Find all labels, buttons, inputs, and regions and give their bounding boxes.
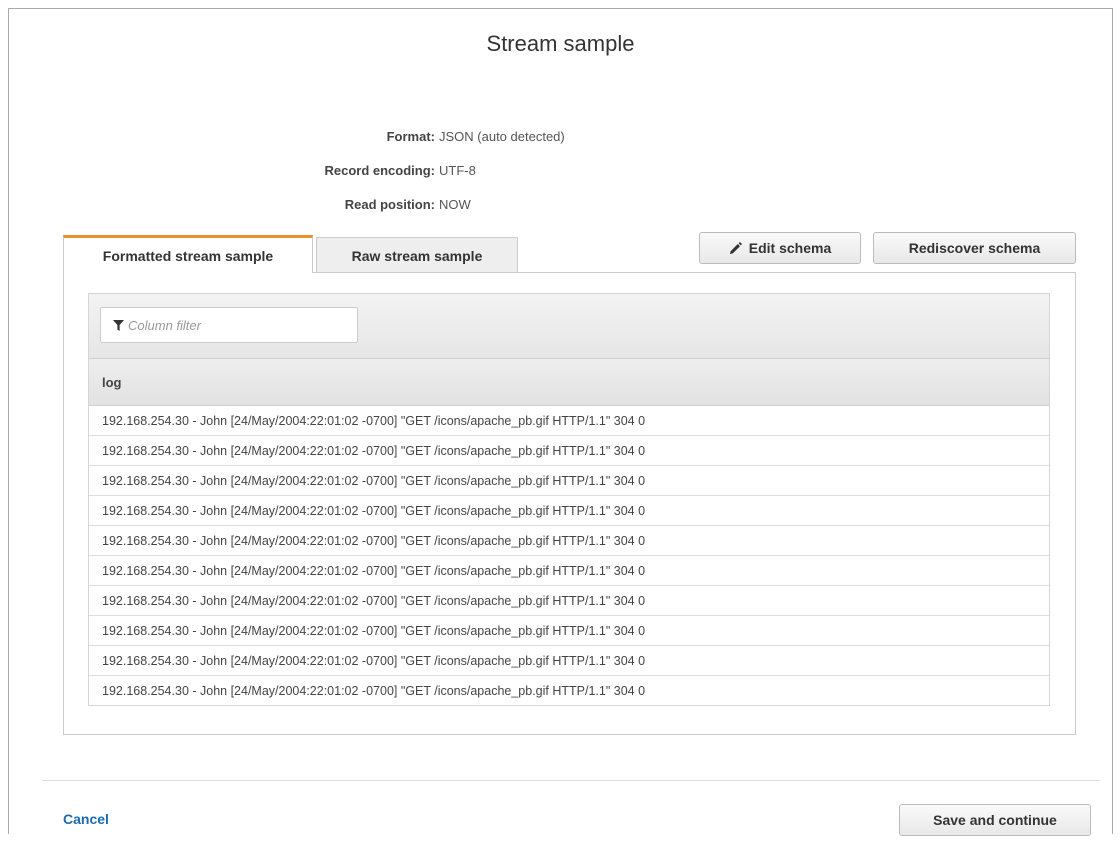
stream-metadata: Format: JSON (auto detected) Record enco…: [9, 129, 1112, 231]
table-row[interactable]: 192.168.254.30 - John [24/May/2004:22:01…: [89, 466, 1049, 496]
footer-divider: [42, 780, 1100, 781]
grid-filter-bar: [89, 294, 1049, 359]
table-row[interactable]: 192.168.254.30 - John [24/May/2004:22:01…: [89, 646, 1049, 676]
read-position-label: Read position:: [344, 197, 435, 212]
rediscover-schema-button[interactable]: Rediscover schema: [873, 232, 1076, 264]
meta-row-read-position: Read position: NOW: [9, 197, 1112, 219]
funnel-icon: [113, 319, 124, 331]
format-value: JSON (auto detected): [439, 129, 565, 144]
format-label: Format:: [386, 129, 435, 144]
tab-formatted-stream-sample[interactable]: Formatted stream sample: [63, 235, 313, 273]
table-row[interactable]: 192.168.254.30 - John [24/May/2004:22:01…: [89, 586, 1049, 616]
dialog-title: Stream sample: [486, 31, 635, 56]
meta-row-record-encoding: Record encoding: UTF-8: [9, 163, 1112, 185]
save-and-continue-button[interactable]: Save and continue: [899, 804, 1091, 836]
cancel-link[interactable]: Cancel: [63, 811, 109, 827]
edit-schema-label: Edit schema: [748, 240, 832, 256]
stream-sample-grid: log 192.168.254.30 - John [24/May/2004:2…: [88, 293, 1050, 706]
record-encoding-value: UTF-8: [439, 163, 476, 178]
table-row[interactable]: 192.168.254.30 - John [24/May/2004:22:01…: [89, 676, 1049, 705]
stream-sample-dialog: Stream sample Format: JSON (auto detecte…: [8, 8, 1113, 836]
record-encoding-label: Record encoding:: [324, 163, 435, 178]
stream-sample-panel: log 192.168.254.30 - John [24/May/2004:2…: [63, 272, 1076, 735]
read-position-value: NOW: [439, 197, 471, 212]
column-header-log[interactable]: log: [89, 359, 1049, 406]
tab-raw-stream-sample[interactable]: Raw stream sample: [316, 237, 518, 273]
table-row[interactable]: 192.168.254.30 - John [24/May/2004:22:01…: [89, 616, 1049, 646]
column-filter-field[interactable]: [100, 307, 358, 343]
table-row[interactable]: 192.168.254.30 - John [24/May/2004:22:01…: [89, 406, 1049, 436]
table-row[interactable]: 192.168.254.30 - John [24/May/2004:22:01…: [89, 526, 1049, 556]
table-row[interactable]: 192.168.254.30 - John [24/May/2004:22:01…: [89, 496, 1049, 526]
table-row[interactable]: 192.168.254.30 - John [24/May/2004:22:01…: [89, 436, 1049, 466]
pencil-icon: [729, 241, 742, 255]
table-row[interactable]: 192.168.254.30 - John [24/May/2004:22:01…: [89, 556, 1049, 586]
meta-row-format: Format: JSON (auto detected): [9, 129, 1112, 151]
edit-schema-button[interactable]: Edit schema: [699, 232, 861, 264]
column-filter-input[interactable]: [124, 317, 328, 333]
